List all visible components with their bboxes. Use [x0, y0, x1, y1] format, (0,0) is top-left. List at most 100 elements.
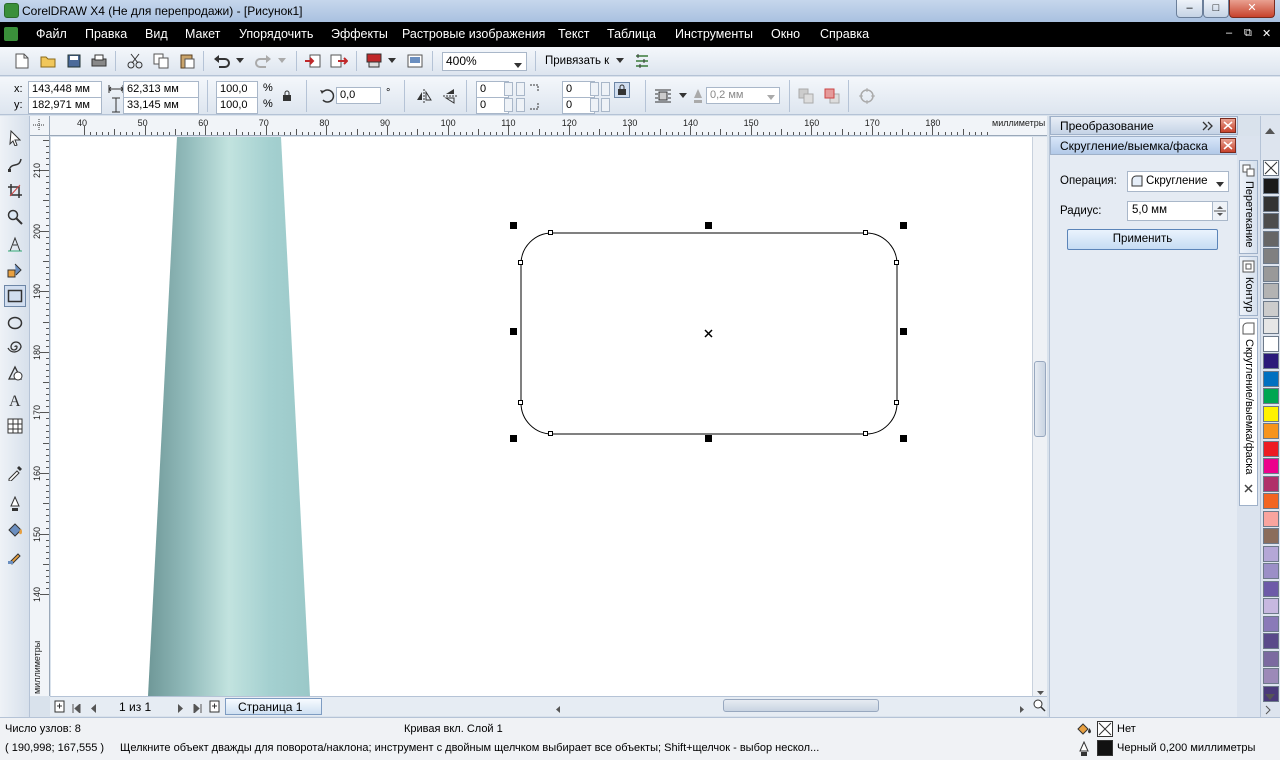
operation-select[interactable]: Скругление [1127, 171, 1229, 192]
corner-tr2-spinner[interactable] [601, 82, 610, 96]
selection-handle-right[interactable] [900, 328, 907, 335]
outline-color-swatch[interactable] [1097, 740, 1113, 756]
undo-dropdown-icon[interactable] [234, 52, 246, 70]
color-swatch[interactable] [1263, 230, 1279, 247]
color-swatch[interactable] [1263, 650, 1279, 667]
next-page-icon[interactable] [177, 702, 184, 716]
menu-window[interactable]: Окно [771, 27, 800, 41]
color-swatch[interactable] [1263, 563, 1279, 579]
color-swatch[interactable] [1263, 353, 1279, 369]
close-tab-icon[interactable] [1243, 483, 1254, 497]
navigator-zoom-icon[interactable] [1033, 699, 1046, 715]
selection-handle-bottom-right[interactable] [900, 435, 907, 442]
menu-bitmaps[interactable]: Растровые изображения [402, 27, 545, 41]
menu-table[interactable]: Таблица [607, 27, 656, 41]
redo-dropdown-icon[interactable] [276, 52, 288, 70]
tab-blend[interactable]: Перетекание [1239, 160, 1258, 254]
vertical-scroll-thumb[interactable] [1034, 361, 1046, 437]
node[interactable] [863, 431, 868, 436]
corner-tr-spinner[interactable] [590, 82, 599, 96]
menu-effects[interactable]: Эффекты [331, 27, 388, 41]
tab-fillet-scallop-chamfer[interactable]: Скругление/выемка/фаска [1239, 318, 1258, 506]
color-swatch[interactable] [1263, 265, 1279, 282]
convert-to-curves-icon[interactable] [858, 87, 876, 105]
eyedropper-tool-icon[interactable] [4, 462, 26, 484]
color-swatch[interactable] [1263, 283, 1279, 299]
outline-pen-status-icon[interactable] [1079, 740, 1089, 760]
freehand-tool-icon[interactable] [4, 233, 26, 255]
node[interactable] [548, 230, 553, 235]
color-swatch[interactable] [1263, 213, 1279, 229]
color-swatch[interactable] [1263, 475, 1279, 492]
scroll-right-arrow-icon[interactable] [1020, 702, 1025, 716]
node[interactable] [548, 431, 553, 436]
rectangle-tool-icon[interactable] [4, 285, 26, 307]
outline-width-select[interactable]: 0,2 мм [706, 87, 780, 104]
lock-ratio-icon[interactable] [281, 89, 293, 103]
corner-bl2-spinner[interactable] [516, 98, 525, 112]
menu-file[interactable]: Файл [36, 27, 67, 41]
palette-scroll-up-icon[interactable] [1265, 124, 1275, 138]
mirror-vertical-icon[interactable] [441, 87, 459, 105]
menu-layout[interactable]: Макет [185, 27, 220, 41]
text-tool-icon[interactable]: A [4, 389, 26, 411]
import-icon[interactable] [304, 52, 322, 70]
node[interactable] [894, 400, 899, 405]
paste-icon[interactable] [178, 52, 196, 70]
color-swatch[interactable] [1263, 195, 1279, 212]
spiral-tool-icon[interactable] [4, 336, 26, 358]
palette-scroll-down-icon[interactable] [1265, 690, 1275, 704]
application-launcher-icon[interactable] [365, 52, 383, 70]
y-position-input[interactable]: 182,971 мм [28, 97, 102, 114]
selection-handle-bottom-left[interactable] [510, 435, 517, 442]
close-button[interactable]: ✕ [1229, 0, 1275, 18]
node[interactable] [518, 400, 523, 405]
apply-button[interactable]: Применить [1067, 229, 1218, 250]
fillet-docker-header[interactable]: Скругление/выемка/фаска [1050, 136, 1238, 155]
previous-page-icon[interactable] [90, 702, 97, 716]
launcher-dropdown-icon[interactable] [386, 52, 398, 70]
corner-bl-spinner[interactable] [504, 98, 513, 112]
undo-icon[interactable] [213, 52, 231, 70]
scale-y-input[interactable]: 100,0 [216, 97, 258, 114]
width-input[interactable]: 62,313 мм [123, 81, 199, 98]
color-swatch[interactable] [1263, 248, 1279, 264]
options-icon[interactable] [633, 52, 651, 70]
vertical-ruler[interactable]: 210 200 190 180 170 160 150 140 миллиметры [30, 136, 50, 696]
tab-contour[interactable]: Контур [1239, 256, 1258, 316]
color-swatch[interactable] [1263, 423, 1279, 439]
snap-dropdown-icon[interactable] [614, 52, 626, 70]
pick-tool-icon[interactable] [4, 127, 26, 149]
shape-tool-icon[interactable] [4, 154, 26, 176]
doc-close-button[interactable]: ✕ [1262, 27, 1271, 40]
selection-handle-top[interactable] [705, 222, 712, 229]
gradient-shape[interactable] [148, 137, 310, 696]
ruler-origin-corner[interactable] [30, 116, 50, 136]
color-swatch[interactable] [1263, 335, 1279, 352]
welcome-screen-icon[interactable] [406, 52, 424, 70]
ellipse-tool-icon[interactable] [4, 312, 26, 334]
selection-handle-top-left[interactable] [510, 222, 517, 229]
menu-text[interactable]: Текст [558, 27, 589, 41]
open-folder-icon[interactable] [39, 52, 57, 70]
menu-arrange[interactable]: Упорядочить [239, 27, 313, 41]
node[interactable] [894, 260, 899, 265]
fill-tool-icon[interactable] [4, 519, 26, 541]
document-icon[interactable] [4, 27, 18, 41]
color-swatch[interactable] [1263, 633, 1279, 649]
doc-minimize-button[interactable]: – [1226, 27, 1232, 39]
coreldraw-app-icon[interactable] [4, 3, 19, 18]
corner-br-spinner[interactable] [590, 98, 599, 112]
new-document-icon[interactable] [13, 52, 31, 70]
wrap-text-icon[interactable] [654, 87, 672, 105]
save-icon[interactable] [65, 52, 83, 70]
selection-handle-top-right[interactable] [900, 222, 907, 229]
first-page-icon[interactable] [72, 702, 81, 716]
cut-icon[interactable] [126, 52, 144, 70]
drawing-canvas[interactable] [51, 137, 1032, 696]
color-swatch[interactable] [1263, 580, 1279, 597]
selection-handle-left[interactable] [510, 328, 517, 335]
wrap-dropdown-icon[interactable] [678, 87, 688, 105]
snap-to-dropdown[interactable]: Привязать к [545, 55, 609, 67]
last-page-icon[interactable] [193, 702, 202, 716]
